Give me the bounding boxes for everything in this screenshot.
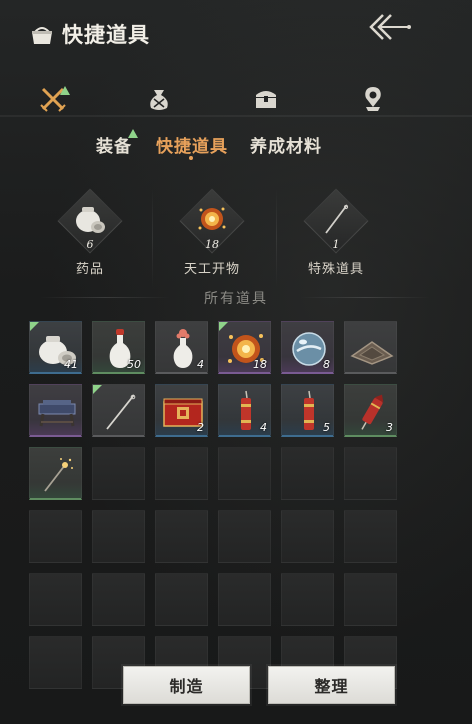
item-slot[interactable]: 8 bbox=[281, 321, 334, 374]
subtab-quick-items[interactable]: 快捷道具 bbox=[156, 132, 228, 157]
new-marker bbox=[60, 86, 70, 95]
item-quantity: 50 bbox=[127, 358, 141, 371]
firework-burst-icon bbox=[192, 196, 232, 242]
item-slot[interactable]: 4 bbox=[155, 321, 208, 374]
item-quantity: 8 bbox=[323, 358, 330, 371]
inventory-panel: 快捷道具 装备 快捷道具 养成材料 6 药品 18 天工开物 1 特殊道具 所有… bbox=[0, 0, 472, 724]
empty-slot[interactable] bbox=[281, 573, 334, 626]
empty-slot[interactable] bbox=[218, 510, 271, 563]
featured-crafting[interactable]: 18 天工开物 bbox=[162, 188, 262, 277]
item-slot[interactable]: 50 bbox=[92, 321, 145, 374]
bag-icon bbox=[28, 20, 56, 48]
empty-slot[interactable] bbox=[218, 573, 271, 626]
empty-slot[interactable] bbox=[92, 573, 145, 626]
featured-label: 特殊道具 bbox=[307, 262, 364, 277]
item-slot[interactable]: 41 bbox=[29, 321, 82, 374]
page-title: 快捷道具 bbox=[62, 22, 150, 47]
item-grid: 41 50 4 18 8 2 4 5 3 bbox=[29, 321, 397, 689]
needle-icon bbox=[316, 196, 356, 242]
mat-frame-icon bbox=[345, 322, 396, 372]
location-pin-icon bbox=[361, 85, 385, 117]
item-slot[interactable]: 3 bbox=[344, 384, 397, 437]
new-marker bbox=[219, 322, 228, 331]
empty-slot[interactable] bbox=[344, 573, 397, 626]
item-quantity: 2 bbox=[197, 421, 204, 434]
chest-icon bbox=[253, 87, 279, 115]
featured-count: 18 bbox=[205, 238, 219, 251]
empty-slot[interactable] bbox=[344, 510, 397, 563]
item-quantity: 4 bbox=[197, 358, 204, 371]
back-arrow-icon bbox=[367, 12, 415, 46]
empty-slot[interactable] bbox=[29, 636, 82, 689]
item-slot[interactable] bbox=[344, 321, 397, 374]
item-slot[interactable] bbox=[29, 384, 82, 437]
subtab-equipment[interactable]: 装备 bbox=[96, 132, 132, 157]
cart-icon bbox=[30, 385, 81, 435]
empty-slot[interactable] bbox=[155, 447, 208, 500]
empty-slot[interactable] bbox=[29, 510, 82, 563]
featured-label: 药品 bbox=[75, 262, 104, 277]
sort-button[interactable]: 整理 bbox=[268, 666, 395, 704]
active-tab-indicator bbox=[189, 156, 193, 160]
featured-count: 6 bbox=[86, 238, 94, 251]
subtab-materials[interactable]: 养成材料 bbox=[250, 132, 322, 157]
sparkler-icon bbox=[30, 448, 81, 498]
featured-categories: 6 药品 18 天工开物 1 特殊道具 bbox=[0, 188, 472, 286]
featured-label: 天工开物 bbox=[183, 262, 240, 277]
item-slot[interactable] bbox=[92, 384, 145, 437]
category-tab-chest[interactable] bbox=[249, 84, 283, 118]
item-slot[interactable]: 18 bbox=[218, 321, 271, 374]
category-tab-location[interactable] bbox=[356, 84, 390, 118]
featured-medicine[interactable]: 6 药品 bbox=[40, 188, 140, 277]
craft-button[interactable]: 制造 bbox=[123, 666, 250, 704]
back-button[interactable] bbox=[366, 12, 416, 46]
item-quantity: 4 bbox=[260, 421, 267, 434]
new-marker bbox=[30, 322, 39, 331]
sub-tabs: 装备 快捷道具 养成材料 bbox=[0, 129, 472, 160]
empty-slot[interactable] bbox=[29, 573, 82, 626]
item-slot[interactable]: 2 bbox=[155, 384, 208, 437]
pouch-icon bbox=[146, 86, 172, 116]
item-slot[interactable]: 4 bbox=[218, 384, 271, 437]
empty-slot[interactable] bbox=[92, 447, 145, 500]
new-marker bbox=[128, 129, 138, 138]
new-marker bbox=[93, 385, 102, 394]
empty-slot[interactable] bbox=[281, 447, 334, 500]
empty-slot[interactable] bbox=[155, 510, 208, 563]
item-quantity: 3 bbox=[386, 421, 393, 434]
category-tab-pouch[interactable] bbox=[142, 84, 176, 118]
item-quantity: 18 bbox=[253, 358, 267, 371]
featured-count: 1 bbox=[332, 238, 340, 251]
empty-slot[interactable] bbox=[155, 573, 208, 626]
header: 快捷道具 bbox=[28, 14, 150, 54]
featured-special[interactable]: 1 特殊道具 bbox=[286, 188, 386, 277]
item-slot[interactable] bbox=[29, 447, 82, 500]
category-tabs bbox=[0, 84, 472, 124]
item-quantity: 41 bbox=[64, 358, 78, 371]
empty-slot[interactable] bbox=[344, 447, 397, 500]
jar-icon bbox=[70, 196, 110, 242]
empty-slot[interactable] bbox=[281, 510, 334, 563]
category-tab-equipment[interactable] bbox=[36, 84, 70, 118]
empty-slot[interactable] bbox=[218, 447, 271, 500]
item-slot[interactable]: 5 bbox=[281, 384, 334, 437]
empty-slot[interactable] bbox=[92, 510, 145, 563]
item-quantity: 5 bbox=[323, 421, 330, 434]
all-items-heading: 所有道具 bbox=[204, 291, 268, 307]
